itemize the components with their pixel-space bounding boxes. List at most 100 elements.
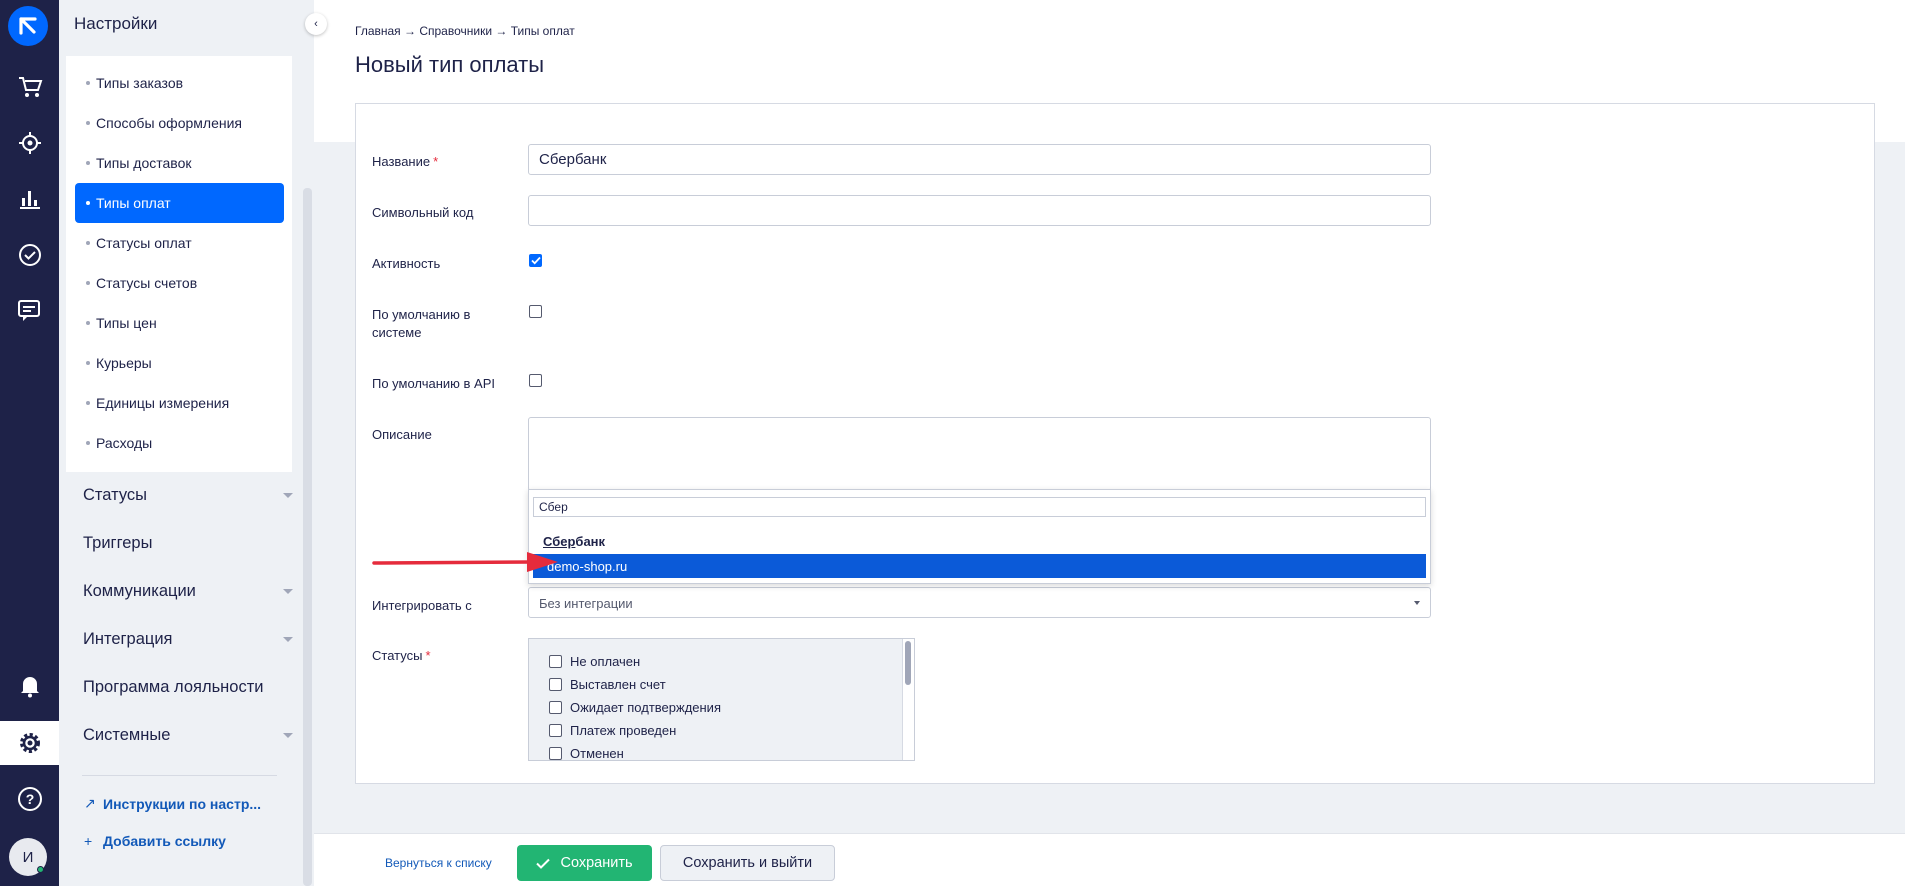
gear-icon[interactable] [0,721,59,765]
crosshair-icon[interactable] [0,121,59,165]
code-field[interactable] [528,195,1431,226]
save-button-label: Сохранить [560,855,633,871]
sidebar-item-order-methods[interactable]: Способы оформления [75,103,284,143]
statuses-scrollbar[interactable] [905,641,911,685]
dropdown-search-input[interactable]: Сбер [533,497,1426,517]
caret-down-icon [283,493,293,498]
sidebar-item-units[interactable]: Единицы измерения [75,383,284,423]
sidebar-title: Настройки [74,14,158,33]
add-link-button[interactable]: + Добавить ссылку [84,833,226,849]
instructions-link[interactable]: ↗ Инструкции по настр... [84,795,261,812]
active-checkbox[interactable] [529,254,542,267]
integrate-label: Интегрировать с [372,598,472,613]
bullet-icon [86,201,90,205]
link-label: Инструкции по настр... [103,795,262,812]
status-option[interactable]: Платеж проведен [549,723,676,738]
sidebar-section-integration[interactable]: Интеграция [83,630,293,649]
status-option[interactable]: Отменен [549,746,624,760]
description-textarea[interactable] [528,417,1431,491]
dropdown-option-sberbank[interactable]: Сбербанк [543,534,605,549]
sidebar-item-label: Курьеры [96,355,152,371]
status-checkbox[interactable] [549,678,562,691]
chevron-down-icon [1414,601,1420,605]
status-checkbox[interactable] [549,701,562,714]
cart-icon[interactable] [0,65,59,109]
online-status-dot [37,866,44,873]
section-label: Коммуникации [83,582,196,600]
status-label: Не оплачен [570,654,641,669]
section-label: Системные [83,726,171,744]
sidebar-section-triggers[interactable]: Триггеры [83,534,293,553]
main-content: Главная → Справочники → Типы оплат Новый… [314,0,1905,886]
status-option[interactable]: Не оплачен [549,654,640,669]
sidebar-section-loyalty[interactable]: Программа лояльности [83,678,293,697]
caret-down-icon [283,733,293,738]
status-option[interactable]: Ожидает подтверждения [549,700,721,715]
bullet-icon [86,241,90,245]
sidebar-section-communications[interactable]: Коммуникации [83,582,293,601]
sidebar-item-label: Расходы [96,435,153,451]
avatar[interactable]: И [9,838,47,876]
active-label: Активность [372,256,441,271]
description-label: Описание [372,427,432,442]
avatar-letter: И [22,848,34,866]
sidebar-item-label: Типы доставок [96,155,192,171]
collapse-sidebar-button[interactable]: ‹ [305,13,327,35]
chat-icon[interactable] [0,289,59,333]
status-label: Платеж проведен [570,723,677,738]
sidebar-scrollbar[interactable] [303,188,312,886]
caret-down-icon [283,637,293,642]
default-api-label: По умолчанию в API [372,376,495,391]
sidebar-item-label: Статусы счетов [96,275,198,291]
status-checkbox[interactable] [549,655,562,668]
checkmark-icon [530,256,541,265]
sidebar-section-statuses[interactable]: Статусы [83,486,293,505]
required-asterisk: * [425,648,431,663]
logo-icon[interactable] [8,6,48,46]
link-label: Добавить ссылку [103,833,226,849]
section-label: Статусы [83,486,148,504]
status-checkbox[interactable] [549,747,562,760]
sidebar-divider [82,775,277,776]
arrow-up-right-icon: ↗ [84,795,96,811]
sidebar-item-order-types[interactable]: Типы заказов [75,63,284,103]
name-field[interactable]: Сбербанк [528,144,1431,175]
chevron-left-icon: ‹ [314,18,318,30]
sidebar-item-price-types[interactable]: Типы цен [75,303,284,343]
svg-text:?: ? [25,791,34,807]
form-card: Название * Сбербанк Символьный код Активн… [355,103,1875,784]
sidebar-section-system[interactable]: Системные [83,726,293,745]
integrate-select[interactable]: Без интеграции [528,587,1431,618]
sidebar-item-label: Способы оформления [96,115,242,131]
sidebar-item-delivery-types[interactable]: Типы доставок [75,143,284,183]
breadcrumb[interactable]: Главная → Справочники → Типы оплат [355,24,575,38]
status-option[interactable]: Выставлен счет [549,677,666,692]
sidebar-item-couriers[interactable]: Курьеры [75,343,284,383]
help-icon[interactable]: ? [0,777,59,821]
option-match: Сбер [543,534,576,549]
sidebar-item-label: Типы оплат [96,195,171,211]
sidebar-item-invoice-statuses[interactable]: Статусы счетов [75,263,284,303]
dropdown-option-demo-shop[interactable]: demo-shop.ru [533,554,1426,578]
back-to-list-link[interactable]: Вернуться к списку [385,856,492,870]
default-system-checkbox[interactable] [529,305,542,318]
tasks-check-icon[interactable] [0,233,59,277]
save-button[interactable]: Сохранить [517,845,652,881]
bullet-icon [86,121,90,125]
save-and-exit-button[interactable]: Сохранить и выйти [660,845,835,881]
sidebar-item-payment-types[interactable]: Типы оплат [75,183,284,223]
analytics-icon[interactable] [0,177,59,221]
default-api-checkbox[interactable] [529,374,542,387]
sidebar-item-expenses[interactable]: Расходы [75,423,284,463]
bullet-icon [86,441,90,445]
bullet-icon [86,401,90,405]
sidebar-item-payment-statuses[interactable]: Статусы оплат [75,223,284,263]
status-checkbox[interactable] [549,724,562,737]
status-label: Выставлен счет [570,677,666,692]
required-asterisk: * [433,154,439,169]
page-title: Новый тип оплаты [355,52,545,77]
status-label: Ожидает подтверждения [570,700,721,715]
section-label: Интеграция [83,630,173,648]
caret-down-icon [283,589,293,594]
bell-icon[interactable] [0,664,59,708]
